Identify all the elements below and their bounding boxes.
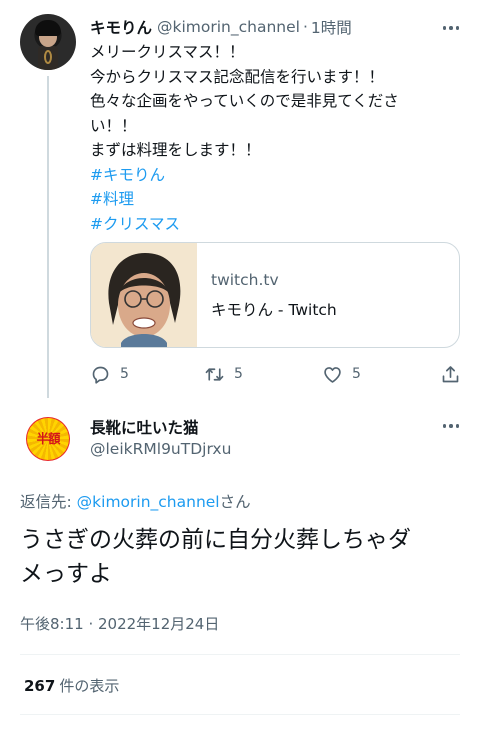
share-button[interactable] bbox=[440, 362, 461, 386]
like-count: 5 bbox=[352, 366, 361, 382]
card-domain: twitch.tv bbox=[211, 271, 279, 289]
replying-prefix: 返信先: bbox=[20, 493, 77, 511]
tweet-line: 色々な企画をやっていくので是非見てくださ bbox=[90, 92, 399, 110]
like-button[interactable]: 5 bbox=[322, 362, 361, 386]
reply-button[interactable]: 5 bbox=[90, 362, 129, 386]
replying-mention-link[interactable]: @kimorin_channel bbox=[77, 493, 220, 511]
more-icon[interactable] bbox=[440, 416, 462, 436]
retweet-button[interactable]: 5 bbox=[204, 362, 243, 386]
header-separator: · bbox=[302, 18, 308, 36]
hashtag-link[interactable]: #クリスマス bbox=[90, 212, 440, 237]
reply-display-name[interactable]: 長靴に吐いた猫 bbox=[90, 416, 199, 438]
parent-author-avatar[interactable] bbox=[20, 14, 76, 70]
divider bbox=[20, 714, 460, 715]
card-thumbnail bbox=[91, 243, 197, 347]
replying-to: 返信先: @kimorin_channelさん bbox=[20, 490, 251, 512]
caricature-illustration bbox=[91, 243, 197, 347]
card-title: キモりん - Twitch bbox=[211, 301, 337, 319]
tweet-actions: 5 5 5 bbox=[90, 362, 462, 386]
avatar-sticker-text: 半額 bbox=[36, 431, 60, 446]
parent-timestamp[interactable]: 1時間 bbox=[311, 16, 352, 38]
retweet-icon bbox=[205, 367, 224, 381]
share-icon bbox=[442, 365, 459, 382]
views-number: 267 bbox=[24, 677, 56, 695]
parent-tweet-header: キモりん @kimorin_channel · 1時間 bbox=[90, 16, 352, 38]
link-preview-card[interactable]: twitch.tv キモりん - Twitch bbox=[90, 242, 460, 348]
tweet-line: まずは料理をします！！ bbox=[90, 141, 261, 159]
avatar-hair bbox=[35, 20, 61, 36]
reply-line: うさぎの火葬の前に自分火葬しちゃダ bbox=[20, 527, 411, 553]
reply-handle[interactable]: @leikRMl9uTDjrxu bbox=[90, 440, 231, 458]
more-icon[interactable] bbox=[440, 18, 462, 38]
parent-tweet-text: メリークリスマス！！ 今からクリスマス記念配信を行います！！ 色々な企画をやって… bbox=[90, 40, 440, 236]
like-icon bbox=[324, 366, 341, 383]
tweet-line: メリークリスマス！！ bbox=[90, 43, 245, 61]
thread-line bbox=[47, 76, 49, 398]
replying-suffix: さん bbox=[219, 493, 251, 511]
tweet-line: い！！ bbox=[90, 116, 137, 135]
card-text: twitch.tv キモりん - Twitch bbox=[197, 243, 337, 347]
parent-display-name[interactable]: キモりん bbox=[90, 16, 152, 38]
hashtag-link[interactable]: #料理 bbox=[90, 187, 440, 212]
hashtag-link[interactable]: #キモりん bbox=[90, 163, 440, 188]
avatar-sticker: 半額 bbox=[27, 418, 69, 460]
reply-line: メっすよ bbox=[20, 561, 112, 587]
views-label: 件の表示 bbox=[59, 677, 120, 695]
views-count[interactable]: 267 件の表示 bbox=[24, 675, 119, 696]
reply-icon bbox=[92, 366, 109, 384]
reply-count: 5 bbox=[120, 366, 129, 382]
tweet-line: 今からクリスマス記念配信を行います！！ bbox=[90, 67, 385, 86]
avatar-necklace bbox=[44, 50, 52, 64]
reply-author-avatar[interactable]: 半額 bbox=[26, 417, 70, 461]
parent-handle[interactable]: @kimorin_channel bbox=[157, 18, 300, 36]
reply-tweet-text: うさぎの火葬の前に自分火葬しちゃダ メっすよ bbox=[20, 523, 460, 591]
retweet-count: 5 bbox=[234, 366, 243, 382]
reply-timestamp[interactable]: 午後8:11 · 2022年12月24日 bbox=[20, 613, 219, 634]
divider bbox=[20, 654, 460, 655]
